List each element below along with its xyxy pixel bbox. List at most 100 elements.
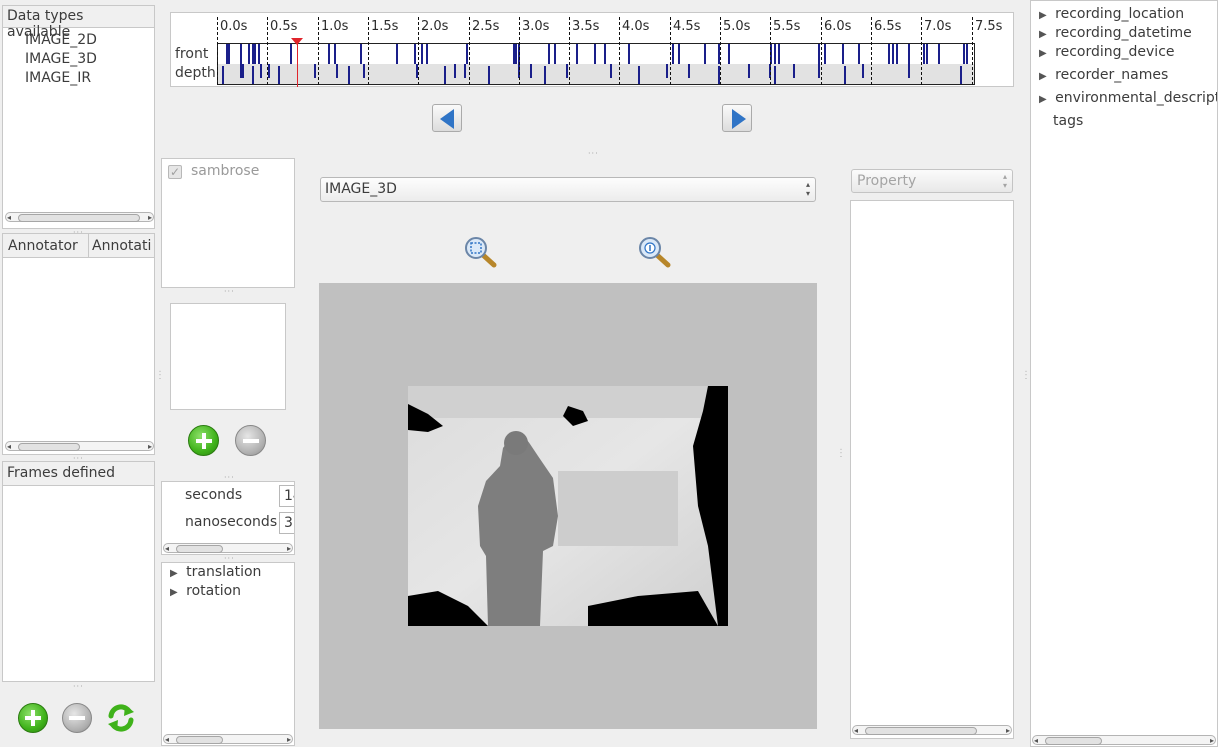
property-hscrollbar[interactable]: ◂ ▸ [852, 725, 1012, 735]
event-mark [966, 44, 968, 64]
event-mark [466, 44, 468, 64]
nanoseconds-field[interactable]: 37 [279, 512, 294, 534]
seconds-label: seconds [185, 487, 243, 503]
image-viewport[interactable] [319, 283, 817, 729]
scroll-left-icon[interactable]: ◂ [7, 213, 11, 223]
list-item[interactable]: IMAGE_3D [25, 50, 150, 69]
annotators-list: ✓ sambrose [161, 158, 295, 288]
timeline-tracks-area[interactable] [217, 43, 975, 85]
scroll-right-icon[interactable]: ▸ [1210, 736, 1214, 746]
add-annotation-button[interactable] [188, 425, 219, 456]
scrollbar-thumb[interactable] [176, 545, 223, 553]
previous-frame-button[interactable] [432, 104, 462, 132]
splitter-handle[interactable]: ··· [155, 370, 164, 381]
list-item[interactable]: IMAGE_IR [25, 69, 150, 88]
tick-gridline [318, 17, 319, 85]
tree-item-recording-datetime[interactable]: ▶ recording_datetime [1039, 25, 1192, 41]
list-item[interactable]: IMAGE_2D [25, 31, 150, 50]
seconds-field[interactable]: 14 [279, 485, 294, 507]
expand-arrow-icon[interactable]: ▶ [170, 568, 178, 579]
next-frame-button[interactable] [722, 104, 752, 132]
time-fields-panel: seconds 14 nanoseconds 37 ◂ ▸ [161, 481, 295, 555]
scrollbar-thumb[interactable] [1045, 737, 1102, 745]
metadata-hscrollbar[interactable]: ◂ ▸ [1032, 735, 1216, 745]
scrollbar-thumb[interactable] [18, 443, 80, 451]
tree-item-label: recording_datetime [1055, 25, 1192, 41]
column-header-annotation[interactable]: Annotati [92, 238, 152, 254]
time-fields-hscrollbar[interactable]: ◂ ▸ [163, 543, 293, 553]
property-placeholder: Property [857, 173, 917, 189]
transform-hscrollbar[interactable]: ◂ ▸ [163, 734, 293, 744]
tick-label: 1.0s [321, 19, 349, 34]
annotator-hscrollbar[interactable]: ◂ ▸ [5, 441, 154, 451]
zoom-fit-button[interactable] [463, 235, 497, 269]
annotator-checkbox[interactable]: ✓ [168, 165, 182, 179]
event-mark [544, 66, 546, 84]
data-type-select[interactable]: IMAGE_3D ▴ ▾ [320, 177, 816, 202]
scroll-right-icon[interactable]: ▸ [148, 213, 152, 223]
tick-label: 3.0s [522, 19, 550, 34]
playhead-marker-icon[interactable] [291, 38, 303, 45]
tree-item-recording-device[interactable]: ▶ recording_device [1039, 44, 1175, 60]
expand-arrow-icon[interactable]: ▶ [1039, 71, 1047, 82]
scroll-right-icon[interactable]: ▸ [287, 735, 291, 745]
event-mark [278, 66, 280, 84]
remove-icon [69, 716, 85, 720]
event-mark [896, 44, 898, 64]
scroll-left-icon[interactable]: ◂ [7, 442, 11, 452]
event-mark [414, 44, 416, 64]
data-types-list[interactable]: IMAGE_2D IMAGE_3D IMAGE_IR [25, 31, 150, 88]
playhead-line[interactable] [297, 40, 298, 87]
add-frame-button[interactable] [18, 703, 48, 733]
tick-label: 4.0s [622, 19, 650, 34]
event-mark [240, 44, 242, 64]
event-mark [328, 44, 330, 64]
remove-frame-button[interactable] [62, 703, 92, 733]
expand-arrow-icon[interactable]: ▶ [1039, 10, 1047, 21]
timeline[interactable]: front depth 0.0s 0.5s 1.0s 1.5s 2.0s 2.5s 3.0s… [170, 12, 1014, 87]
tick-gridline [469, 17, 470, 85]
remove-icon [243, 439, 259, 443]
splitter-handle[interactable]: ··· [224, 288, 235, 296]
event-mark [594, 44, 596, 64]
depth-image[interactable] [408, 386, 728, 626]
remove-annotation-button[interactable] [235, 425, 266, 456]
splitter-handle[interactable]: ··· [836, 448, 845, 459]
event-mark [844, 66, 846, 84]
scroll-right-icon[interactable]: ▸ [287, 544, 291, 554]
tree-item-recording-location[interactable]: ▶ recording_location [1039, 6, 1184, 22]
event-mark [348, 66, 350, 84]
select-arrows-icon: ▴ ▾ [1002, 172, 1007, 190]
scrollbar-thumb[interactable] [176, 736, 223, 744]
tree-item-rotation[interactable]: ▶ rotation [170, 583, 241, 602]
scroll-left-icon[interactable]: ◂ [165, 735, 169, 745]
scroll-right-icon[interactable]: ▸ [148, 442, 152, 452]
event-mark [576, 44, 578, 64]
tree-item-translation[interactable]: ▶ translation [170, 564, 261, 583]
property-select[interactable]: Property ▴ ▾ [851, 169, 1013, 193]
tick-gridline [368, 17, 369, 85]
scroll-right-icon[interactable]: ▸ [1006, 726, 1010, 736]
scroll-left-icon[interactable]: ◂ [854, 726, 858, 736]
column-header-annotator[interactable]: Annotator [8, 238, 78, 254]
zoom-original-button[interactable] [637, 235, 671, 269]
scroll-left-icon[interactable]: ◂ [1034, 736, 1038, 746]
splitter-handle[interactable]: ··· [588, 150, 599, 158]
tree-item-environmental-description[interactable]: ▶ environmental_descripti [1039, 90, 1217, 106]
event-mark [908, 64, 910, 78]
tree-item-label: environmental_descripti [1055, 90, 1217, 106]
splitter-handle[interactable]: ··· [1021, 370, 1030, 381]
data-types-hscrollbar[interactable]: ◂ ▸ [5, 212, 154, 222]
expand-arrow-icon[interactable]: ▶ [1039, 29, 1047, 40]
scrollbar-thumb[interactable] [865, 727, 977, 735]
splitter-handle[interactable]: ··· [73, 683, 84, 691]
scrollbar-thumb[interactable] [18, 214, 140, 222]
tree-item-recorder-names[interactable]: ▶ recorder_names [1039, 67, 1168, 83]
transform-tree: ▶ translation ▶ rotation ◂ ▸ [161, 562, 295, 746]
expand-arrow-icon[interactable]: ▶ [1039, 94, 1047, 105]
expand-arrow-icon[interactable]: ▶ [170, 587, 178, 598]
expand-arrow-icon[interactable]: ▶ [1039, 48, 1047, 59]
refresh-button[interactable] [105, 702, 137, 734]
scroll-left-icon[interactable]: ◂ [165, 544, 169, 554]
tree-item-tags[interactable]: tags [1053, 113, 1083, 129]
